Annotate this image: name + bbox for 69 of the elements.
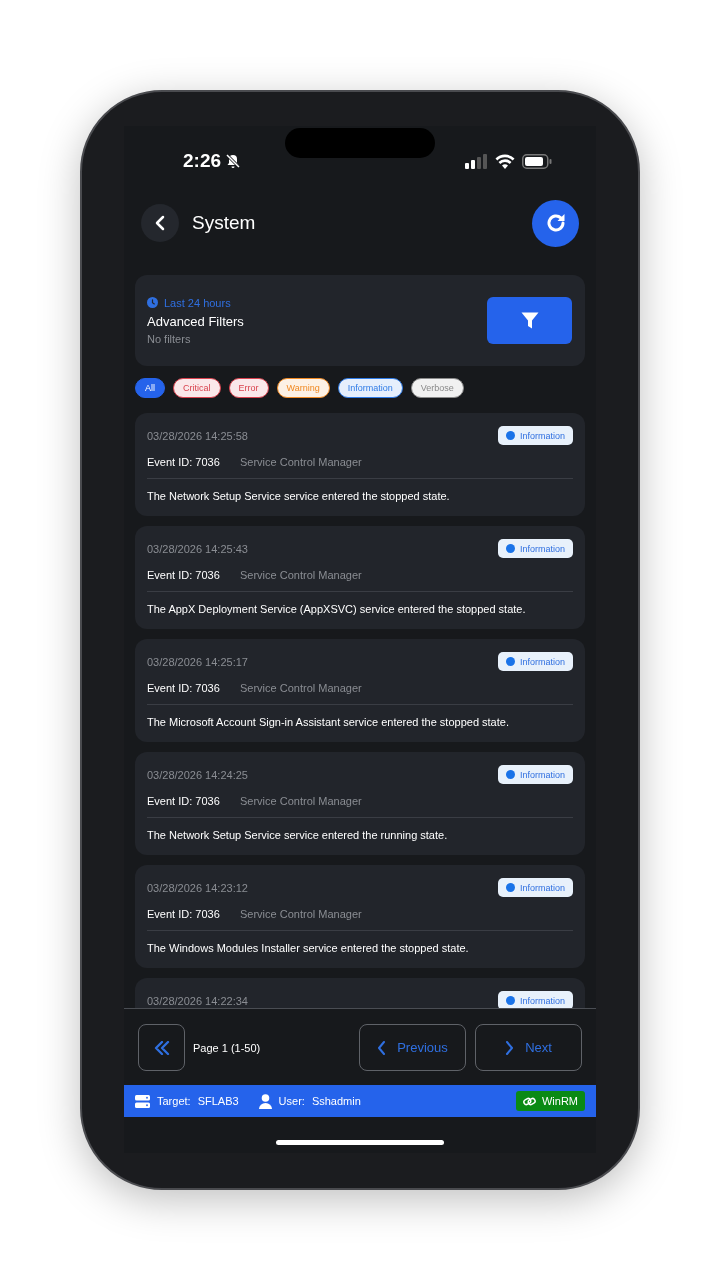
event-id: Event ID: 7036 xyxy=(147,681,221,695)
event-card[interactable]: 03/28/2026 14:25:43 Information Event ID: 7036 Service Control Manager The AppX Deployment Service (AppXSVC) service entered the stopped state. xyxy=(135,526,585,629)
event-id: Event ID: 7036 xyxy=(147,794,221,808)
server-icon xyxy=(135,1094,150,1108)
chevron-right-icon xyxy=(505,1040,515,1055)
user-name: Sshadmin xyxy=(311,1095,361,1107)
event-message: The Microsoft Account Sign-in Assistant service entered the stopped state. xyxy=(147,715,510,729)
level-filter-chip[interactable]: Error xyxy=(228,378,269,398)
level-badge: Information xyxy=(497,991,573,1008)
chevron-left-icon xyxy=(377,1040,387,1055)
clock-time: 2:26 xyxy=(183,150,222,172)
event-message: The Windows Modules Installer service entered the stopped state. xyxy=(147,941,470,955)
event-id: Event ID: 7036 xyxy=(147,907,221,921)
event-timestamp: 03/28/2026 14:24:25 xyxy=(147,768,248,781)
event-timestamp: 03/28/2026 14:23:12 xyxy=(147,881,248,894)
funnel-icon xyxy=(520,312,539,329)
chevron-left-icon xyxy=(155,215,165,231)
event-source: Service Control Manager xyxy=(240,455,362,469)
filter-button[interactable] xyxy=(487,297,572,344)
user-icon xyxy=(258,1093,272,1109)
event-source: Service Control Manager xyxy=(240,568,362,582)
filters-title: Advanced Filters xyxy=(147,313,245,329)
event-source: Service Control Manager xyxy=(240,681,362,695)
event-timestamp: 03/28/2026 14:25:58 xyxy=(147,429,248,442)
time-range-label: Last 24 hours xyxy=(164,296,231,309)
protocol-badge: WinRM xyxy=(515,1091,585,1111)
level-filter-chip[interactable]: Critical xyxy=(173,378,221,398)
user-label: User: xyxy=(278,1095,305,1107)
previous-button[interactable]: Previous xyxy=(359,1024,466,1071)
event-timestamp: 03/28/2026 14:25:43 xyxy=(147,542,248,555)
wifi-icon xyxy=(495,153,515,169)
level-filter-chip[interactable]: Verbose xyxy=(410,378,464,398)
level-badge: Information xyxy=(497,765,573,784)
level-badge: Information xyxy=(497,652,573,671)
event-message: The Network Setup Service service entered the running state. xyxy=(147,828,449,842)
first-page-button[interactable] xyxy=(138,1024,185,1071)
event-card[interactable]: 03/28/2026 14:22:34 Information xyxy=(135,978,585,1008)
back-button[interactable] xyxy=(141,204,179,242)
page-indicator: Page 1 (1-50) xyxy=(193,1041,262,1054)
event-card[interactable]: 03/28/2026 14:25:17 Information Event ID: 7036 Service Control Manager The Microsoft Account Sign-in Assistant service entered the stopped state. xyxy=(135,639,585,742)
clock-icon xyxy=(147,297,158,308)
event-source: Service Control Manager xyxy=(240,794,362,808)
refresh-button[interactable] xyxy=(532,199,579,247)
level-filter-chip[interactable]: Information xyxy=(337,378,403,398)
level-badge: Information xyxy=(497,878,573,897)
page-title: System xyxy=(192,212,257,234)
event-message: The Network Setup Service service entered the stopped state. xyxy=(147,489,451,503)
level-badge: Information xyxy=(497,539,573,558)
event-id: Event ID: 7036 xyxy=(147,455,221,469)
event-id: Event ID: 7036 xyxy=(147,568,221,582)
level-badge: Information xyxy=(497,426,573,445)
event-message: The AppX Deployment Service (AppXSVC) service entered the stopped state. xyxy=(147,602,527,616)
event-timestamp: 03/28/2026 14:22:34 xyxy=(147,994,248,1007)
next-button[interactable]: Next xyxy=(475,1024,582,1071)
battery-icon xyxy=(522,153,552,169)
double-chevron-left-icon xyxy=(153,1040,170,1055)
signal-icon xyxy=(465,153,489,169)
event-card[interactable]: 03/28/2026 14:23:12 Information Event ID: 7036 Service Control Manager The Windows Modules Installer service entered the stopped state. xyxy=(135,865,585,968)
target-name: SFLAB3 xyxy=(197,1095,239,1107)
muted-bell-icon xyxy=(225,153,242,169)
filters-summary: No filters xyxy=(147,332,192,345)
link-icon xyxy=(522,1095,536,1107)
event-timestamp: 03/28/2026 14:25:17 xyxy=(147,655,248,668)
event-card[interactable]: 03/28/2026 14:25:58 Information Event ID: 7036 Service Control Manager The Network Setup Service service entered the stopped state. xyxy=(135,413,585,516)
level-filter-chip[interactable]: All xyxy=(135,378,165,398)
event-source: Service Control Manager xyxy=(240,907,362,921)
event-card[interactable]: 03/28/2026 14:24:25 Information Event ID: 7036 Service Control Manager The Network Setup Service service entered the running state. xyxy=(135,752,585,855)
refresh-icon xyxy=(544,212,567,234)
target-label: Target: xyxy=(157,1095,191,1107)
